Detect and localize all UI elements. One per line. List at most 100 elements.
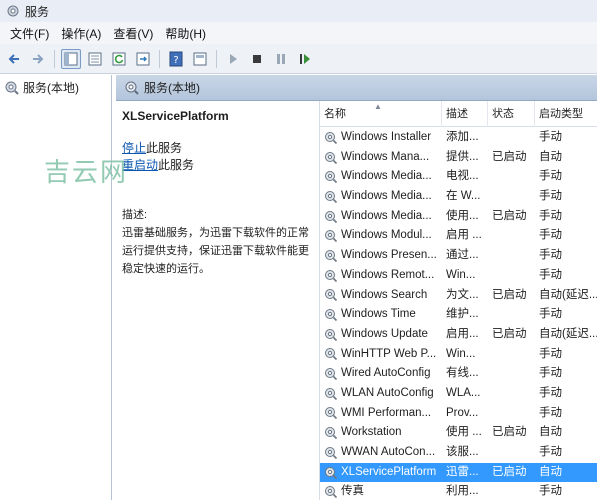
stop-service-action: 停止此服务 xyxy=(122,140,310,157)
menu-action[interactable]: 操作(A) xyxy=(55,25,107,42)
toolbar-separator xyxy=(159,49,160,68)
service-gear-icon xyxy=(325,131,338,144)
menu-view[interactable]: 查看(V) xyxy=(107,25,159,42)
service-name-cell: WLAN AutoConfig xyxy=(324,384,442,404)
table-row[interactable]: WLAN AutoConfig WLA... 手动 xyxy=(320,384,597,404)
help-button[interactable]: ? xyxy=(166,49,186,69)
title-bar: 服务 xyxy=(0,0,597,22)
service-startup-type-cell: 手动 xyxy=(539,249,562,262)
service-description-cell: 使用 ... xyxy=(446,426,482,439)
service-status-cell xyxy=(492,187,536,207)
service-startup-type-cell: 自动(延迟... xyxy=(539,288,597,301)
toolbar-separator xyxy=(54,49,55,68)
service-gear-icon xyxy=(325,387,338,400)
table-row[interactable]: Windows Update 启用... 已启动 自动(延迟... xyxy=(320,325,597,345)
service-name: WMI Performan... xyxy=(341,406,432,419)
show-hide-tree-button[interactable] xyxy=(61,48,81,69)
properties-view-button[interactable] xyxy=(85,49,105,69)
service-name: Windows Installer xyxy=(341,131,432,143)
table-row[interactable]: Windows Media... 使用... 已启动 手动 xyxy=(320,207,597,227)
service-status-cell xyxy=(492,482,536,500)
table-row[interactable]: WWAN AutoCon... 该服... 手动 xyxy=(320,443,597,463)
service-name: WWAN AutoCon... xyxy=(341,446,436,458)
service-gear-icon xyxy=(325,427,338,440)
tree-item-services-local[interactable]: 服务(本地) xyxy=(0,75,111,100)
refresh-button[interactable] xyxy=(109,49,129,69)
refresh-icon xyxy=(112,52,126,65)
service-name: Windows Time xyxy=(341,308,416,321)
stop-service-button[interactable] xyxy=(247,49,267,69)
table-row[interactable]: Windows Media... 在 W... 手动 xyxy=(320,187,597,207)
service-name: Windows Mana... xyxy=(341,150,430,163)
arrow-right-icon xyxy=(33,53,44,64)
table-row[interactable]: Windows Mana... 提供... 已启动 自动 xyxy=(320,148,597,168)
service-name: Windows Search xyxy=(341,288,428,301)
service-name: Windows Update xyxy=(341,327,428,340)
pause-service-button[interactable] xyxy=(271,49,291,69)
restart-service-button[interactable] xyxy=(295,49,315,69)
description-button[interactable] xyxy=(190,49,210,69)
table-row[interactable]: Windows Remot... Win... 手动 xyxy=(320,266,597,286)
arrow-left-icon xyxy=(8,53,19,64)
service-startup-type-cell: 自动 xyxy=(539,465,562,478)
service-name: Windows Modul... xyxy=(341,229,432,242)
table-row[interactable]: Windows Modul... 启用 ... 手动 xyxy=(320,226,597,246)
table-row[interactable]: Windows Media... 电视... 手动 xyxy=(320,167,597,187)
service-name: Windows Media... xyxy=(341,170,432,183)
service-startup-type-cell: 自动 xyxy=(539,150,562,163)
table-row[interactable]: Wired AutoConfig 有线... 手动 xyxy=(320,364,597,384)
table-row[interactable]: Windows Search 为文... 已启动 自动(延迟... xyxy=(320,286,597,306)
service-detail-panel: XLServicePlatform 停止此服务 重启动此服务 描述: 迅雷基础服… xyxy=(116,101,316,500)
service-name-cell: Windows Media... xyxy=(324,167,442,187)
service-description-cell: 迅雷... xyxy=(446,465,479,478)
service-status-cell xyxy=(492,384,536,404)
service-status-cell xyxy=(492,266,536,286)
column-header-status[interactable]: 状态 xyxy=(488,101,535,127)
menu-file[interactable]: 文件(F) xyxy=(4,25,55,42)
table-row[interactable]: 传真 利用... 手动 xyxy=(320,482,597,500)
service-startup-type-cell: 手动 xyxy=(539,367,562,380)
column-header-description[interactable]: 描述 xyxy=(442,101,488,127)
service-status-cell xyxy=(492,345,536,365)
service-startup-type-cell: 手动 xyxy=(539,229,562,242)
service-name-cell: WinHTTP Web P... xyxy=(324,345,442,365)
restart-icon xyxy=(300,53,310,64)
table-row[interactable]: WinHTTP Web P... Win... 手动 xyxy=(320,345,597,365)
service-description-cell: 利用... xyxy=(446,485,479,498)
table-row-selected[interactable]: XLServicePlatform 迅雷... 已启动 自动 xyxy=(320,462,597,483)
service-gear-icon xyxy=(325,348,338,361)
table-row[interactable]: Windows Installer 添加... 手动 xyxy=(320,128,597,148)
service-status-cell: 已启动 xyxy=(492,426,527,439)
service-status-cell xyxy=(492,305,536,325)
service-status-cell: 已启动 xyxy=(492,288,527,301)
pane-header: 服务(本地) xyxy=(116,75,597,101)
service-gear-icon xyxy=(325,230,338,243)
stop-icon xyxy=(253,54,261,63)
service-name-cell: WMI Performan... xyxy=(324,404,442,424)
column-header-name[interactable]: 名称 xyxy=(320,101,442,127)
service-startup-type-cell: 手动 xyxy=(539,386,562,399)
service-gear-icon xyxy=(325,328,338,341)
service-name-cell: Windows Time xyxy=(324,305,442,325)
forward-button[interactable] xyxy=(28,49,48,69)
back-button[interactable] xyxy=(4,49,24,69)
start-service-button[interactable] xyxy=(223,49,243,69)
table-row[interactable]: Windows Time 维护... 手动 xyxy=(320,305,597,325)
export-list-button[interactable] xyxy=(133,49,153,69)
menu-help[interactable]: 帮助(H) xyxy=(159,25,212,42)
description-text: 迅雷基础服务，为迅雷下载软件的正常运行提供支持，保证迅雷下载软件能更稳定快速的运… xyxy=(122,227,309,275)
tree-item-label: 服务(本地) xyxy=(23,81,79,95)
menu-bar: 文件(F) 操作(A) 查看(V) 帮助(H) xyxy=(0,22,597,44)
column-header-startup-type[interactable]: 启动类型 xyxy=(535,101,597,127)
service-gear-icon xyxy=(325,466,338,479)
pause-icon xyxy=(277,53,285,64)
service-name: 传真 xyxy=(341,485,364,498)
restart-service-action: 重启动此服务 xyxy=(122,157,310,174)
service-status-cell: 已启动 xyxy=(492,327,527,340)
services-rows: Windows Installer 添加... 手动 Windows Mana... 提… xyxy=(320,128,597,500)
service-description-cell: 维护... xyxy=(446,308,479,321)
table-row[interactable]: WMI Performan... Prov... 手动 xyxy=(320,404,597,424)
table-row[interactable]: Windows Presen... 通过... 手动 xyxy=(320,246,597,266)
table-row[interactable]: Workstation 使用 ... 已启动 自动 xyxy=(320,423,597,443)
service-name: Windows Media... xyxy=(341,209,432,222)
